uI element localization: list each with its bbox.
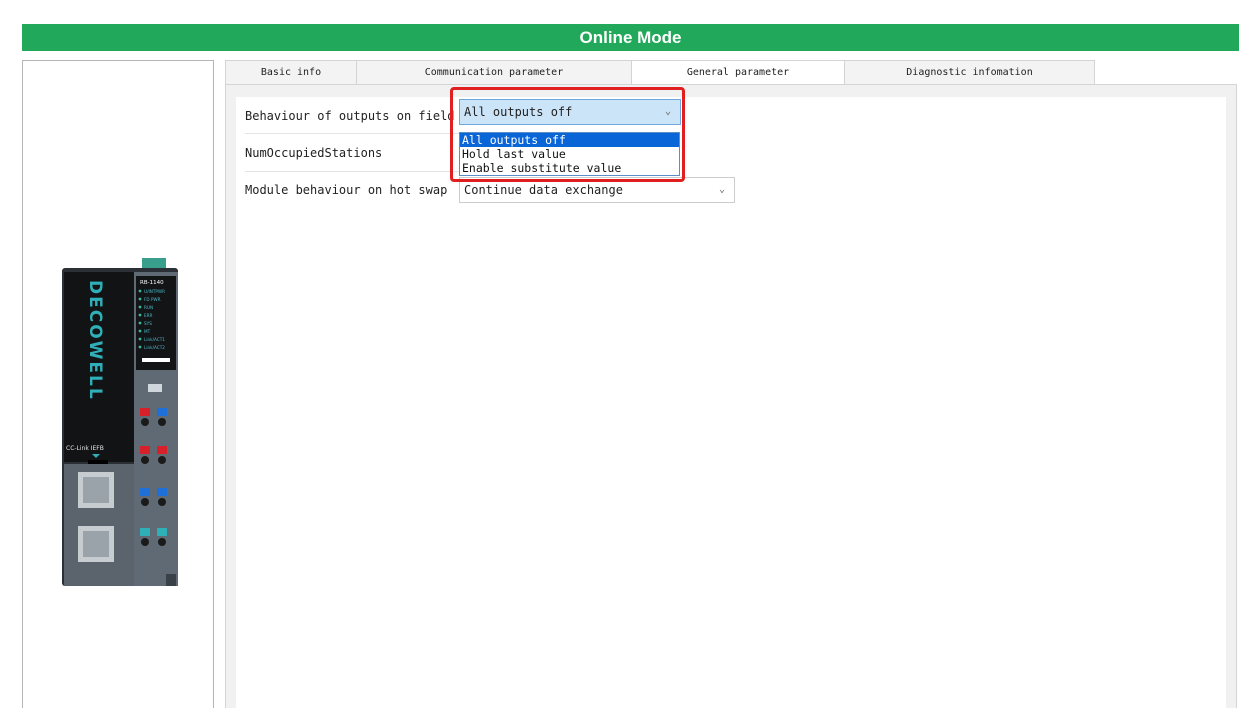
row-divider [245, 171, 469, 172]
dropdown-option-all-outputs-off[interactable]: All outputs off [460, 133, 679, 147]
hot-swap-behaviour-select[interactable]: Continue data exchange ⌄ [459, 177, 735, 203]
hot-swap-behaviour-select-value: Continue data exchange [464, 183, 623, 197]
device-led-label: U/INTPWR [144, 289, 165, 294]
device-led-label: FD PWR [144, 297, 161, 302]
row-divider [245, 133, 469, 134]
device-model: RB-1140 [140, 280, 164, 286]
device-led-label: MT [144, 329, 151, 334]
dropdown-option-enable-substitute-value[interactable]: Enable substitute value [460, 161, 679, 175]
chevron-down-icon: ⌄ [718, 184, 725, 195]
tab-communication-parameter[interactable]: Communication parameter [356, 60, 632, 85]
device-led-label: Link/ACT1 [144, 337, 165, 342]
dropdown-option-hold-last-value[interactable]: Hold last value [460, 147, 679, 161]
device-led-label: SYS [144, 321, 152, 326]
device-image-panel: RB-1140 U/INTPWR FD PWR RUN ERR SYS MT L… [22, 60, 214, 708]
device-led-label: ERR [144, 313, 153, 318]
device-image: RB-1140 U/INTPWR FD PWR RUN ERR SYS MT L… [62, 258, 178, 586]
param-label-behaviour-outputs: Behaviour of outputs on field [245, 109, 455, 123]
device-led-label: Link/ACT2 [144, 345, 165, 350]
tab-bar: Basic info Communication parameter Gener… [225, 60, 1095, 85]
tab-diagnostic-information[interactable]: Diagnostic infomation [844, 60, 1095, 85]
device-brand: DECOWELL [85, 280, 105, 401]
behaviour-outputs-select-value: All outputs off [464, 105, 573, 119]
tab-general-parameter[interactable]: General parameter [631, 60, 845, 85]
device-led-label: RUN [144, 305, 153, 310]
window-title: Online Mode [22, 24, 1239, 51]
tab-basic-info[interactable]: Basic info [225, 60, 357, 85]
param-label-module-behaviour-hot-swap: Module behaviour on hot swap [245, 183, 448, 197]
chevron-down-icon: ⌄ [664, 106, 671, 117]
behaviour-outputs-dropdown-list: All outputs off Hold last value Enable s… [459, 132, 680, 176]
device-bus-label: CC-Link IEFB [66, 445, 104, 452]
param-label-num-occupied-stations: NumOccupiedStations [245, 146, 383, 160]
behaviour-outputs-select[interactable]: All outputs off ⌄ [459, 99, 681, 125]
